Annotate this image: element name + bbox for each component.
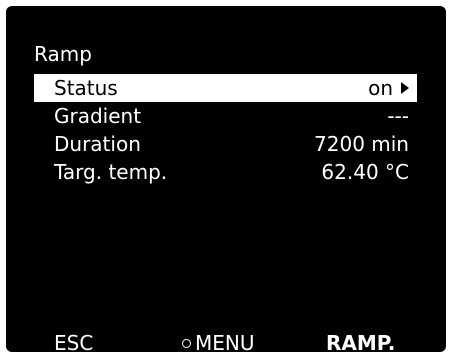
row-label: Targ. temp. bbox=[54, 160, 168, 184]
row-status[interactable]: Status on bbox=[34, 74, 417, 102]
esc-softkey[interactable]: ESC bbox=[54, 328, 93, 352]
ramp-softkey[interactable]: RAMP. bbox=[326, 328, 395, 352]
row-value-wrap: on bbox=[368, 74, 417, 102]
row-value: 7200 min bbox=[314, 132, 409, 156]
row-target-temp[interactable]: Targ. temp. 62.40 °C bbox=[34, 158, 417, 186]
row-value: on bbox=[368, 76, 393, 100]
softkey-bar: ESC MENU RAMP. bbox=[6, 328, 446, 352]
row-label: Gradient bbox=[54, 104, 142, 128]
menu-softkey-label: MENU bbox=[195, 331, 255, 352]
row-label: Duration bbox=[54, 132, 141, 156]
row-duration[interactable]: Duration 7200 min bbox=[34, 130, 417, 158]
circle-icon bbox=[182, 338, 191, 348]
device-display: Ramp Status on Gradient --- Duration 720… bbox=[6, 6, 446, 352]
row-gradient[interactable]: Gradient --- bbox=[34, 102, 417, 130]
menu-softkey[interactable]: MENU bbox=[182, 328, 255, 352]
submenu-arrow-icon bbox=[401, 82, 409, 94]
menu-title: Ramp bbox=[34, 42, 92, 66]
row-label: Status bbox=[54, 76, 118, 100]
row-value: 62.40 °C bbox=[321, 160, 409, 184]
row-value: --- bbox=[387, 104, 409, 128]
